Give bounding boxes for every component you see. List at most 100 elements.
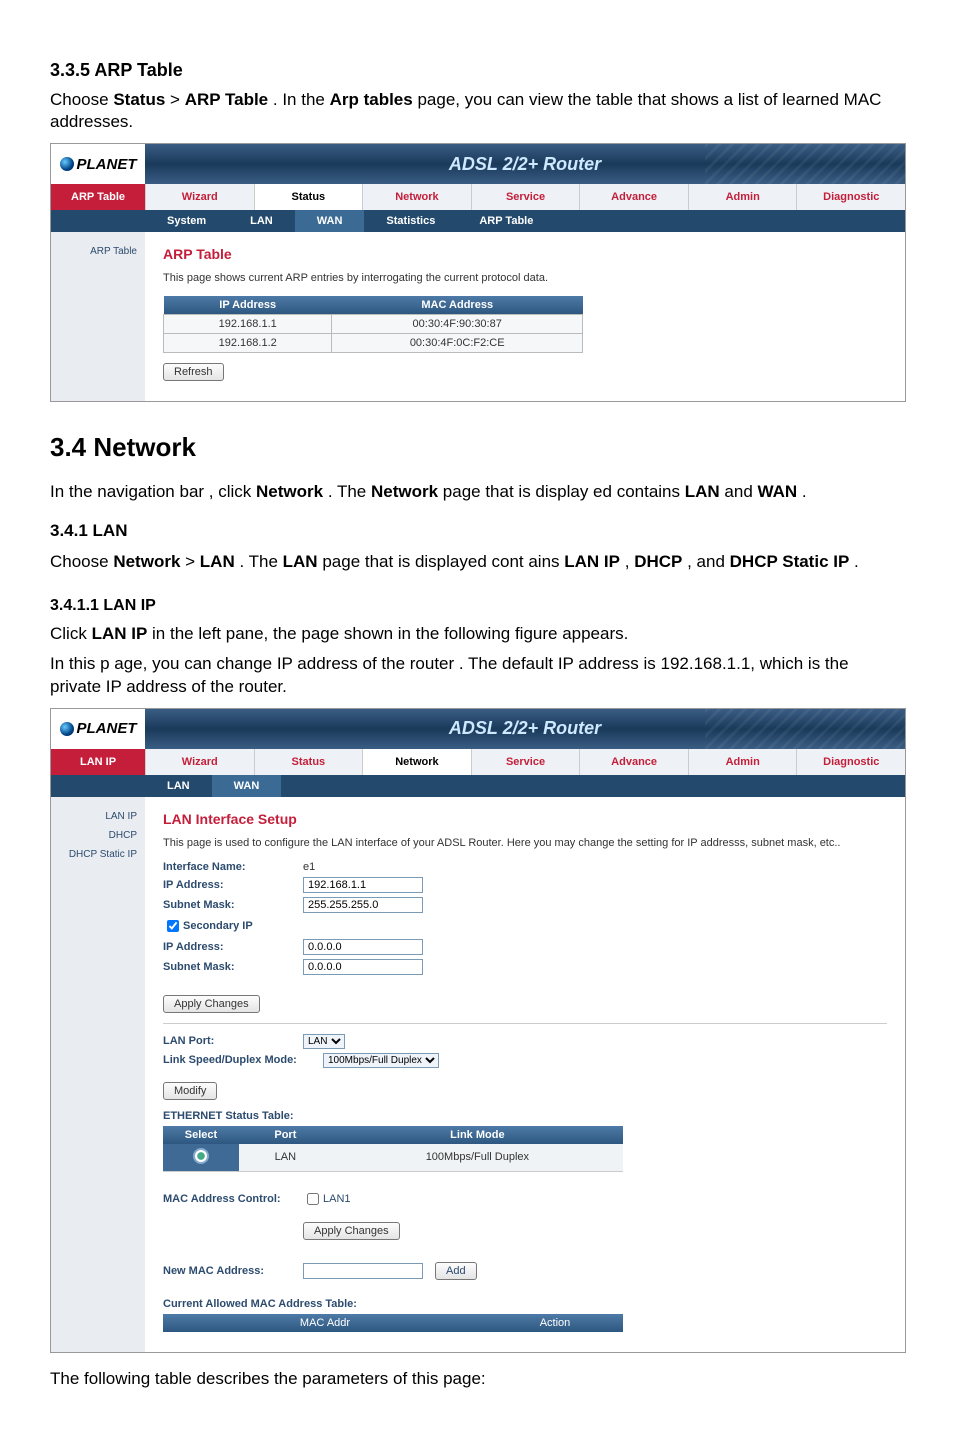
panel-desc: This page shows current ARP entries by i… bbox=[163, 272, 887, 284]
heading-lan: 3.4.1 LAN bbox=[50, 521, 904, 541]
col-ip: IP Address bbox=[164, 296, 332, 315]
subnet-mask-field[interactable] bbox=[303, 897, 423, 913]
add-button[interactable]: Add bbox=[435, 1262, 477, 1280]
subnav-arptable[interactable]: ARP Table bbox=[457, 210, 555, 232]
radio-icon bbox=[193, 1148, 209, 1164]
cell-select[interactable] bbox=[163, 1144, 239, 1172]
subnav-wan[interactable]: WAN bbox=[212, 775, 282, 797]
text-bold: LAN bbox=[283, 552, 318, 571]
text-bold: DHCP bbox=[634, 552, 682, 571]
tab-advance[interactable]: Advance bbox=[579, 749, 688, 775]
row-ip: IP Address: bbox=[163, 877, 887, 893]
left-item-arptable[interactable]: ARP Table bbox=[51, 242, 145, 261]
subnav-statistics[interactable]: Statistics bbox=[364, 210, 457, 232]
tab-wizard[interactable]: Wizard bbox=[145, 184, 254, 210]
tab-diagnostic[interactable]: Diagnostic bbox=[796, 749, 905, 775]
table-row: LAN 100Mbps/Full Duplex bbox=[163, 1144, 623, 1172]
tab-admin[interactable]: Admin bbox=[688, 184, 797, 210]
text-bold: Arp tables bbox=[330, 90, 413, 109]
cell-ip: 192.168.1.2 bbox=[164, 334, 332, 353]
value-ifname: e1 bbox=[303, 861, 315, 873]
left-nav: LAN IP DHCP DHCP Static IP bbox=[51, 797, 145, 1352]
tab-service[interactable]: Service bbox=[471, 184, 580, 210]
tab-diagnostic[interactable]: Diagnostic bbox=[796, 184, 905, 210]
col-action: Action bbox=[487, 1314, 623, 1332]
text: page that is displayed cont ains bbox=[322, 552, 564, 571]
product-title: ADSL 2/2+ Router bbox=[145, 144, 905, 184]
mac-table-header: MAC Addr Action bbox=[163, 1314, 623, 1332]
text-bold: Status bbox=[113, 90, 165, 109]
text: , bbox=[625, 552, 634, 571]
left-nav: ARP Table bbox=[51, 232, 145, 401]
content: ARP Table ARP Table This page shows curr… bbox=[51, 232, 905, 401]
logo: PLANET bbox=[51, 144, 145, 184]
row-mask: Subnet Mask: bbox=[163, 897, 887, 913]
product-title: ADSL 2/2+ Router bbox=[145, 709, 905, 749]
tab-status[interactable]: Status bbox=[254, 184, 363, 210]
cell-mac: 00:30:4F:90:30:87 bbox=[332, 315, 583, 334]
label-ip2: IP Address: bbox=[163, 941, 303, 953]
label-mask2: Subnet Mask: bbox=[163, 961, 303, 973]
sub-nav: LAN WAN bbox=[51, 775, 905, 797]
top-nav: ARP Table Wizard Status Network Service … bbox=[51, 184, 905, 210]
modify-button[interactable]: Modify bbox=[163, 1082, 217, 1100]
panel-title: LAN Interface Setup bbox=[163, 811, 887, 827]
router-header: PLANET ADSL 2/2+ Router bbox=[51, 144, 905, 184]
apply-changes-button-2[interactable]: Apply Changes bbox=[303, 1222, 400, 1240]
arp-router-screenshot: PLANET ADSL 2/2+ Router ARP Table Wizard… bbox=[50, 143, 906, 402]
tab-network[interactable]: Network bbox=[362, 184, 471, 210]
col-select: Select bbox=[163, 1126, 239, 1144]
paragraph-lanip-2: In this p age, you can change IP address… bbox=[50, 653, 904, 697]
row-mask2: Subnet Mask: bbox=[163, 959, 887, 975]
mac-lan1-checkbox[interactable] bbox=[307, 1193, 319, 1205]
table-row: 192.168.1.1 00:30:4F:90:30:87 bbox=[164, 315, 583, 334]
apply-changes-button[interactable]: Apply Changes bbox=[163, 995, 260, 1013]
text-bold: LAN IP bbox=[92, 624, 148, 643]
brand-text: PLANET bbox=[77, 156, 137, 173]
text: > bbox=[170, 90, 185, 109]
col-linkmode: Link Mode bbox=[332, 1126, 623, 1144]
subnav-wan[interactable]: WAN bbox=[295, 210, 365, 232]
tab-network[interactable]: Network bbox=[362, 749, 471, 775]
globe-icon bbox=[60, 157, 74, 171]
globe-icon bbox=[60, 722, 74, 736]
subnav-spacer bbox=[51, 775, 145, 797]
cell-ip: 192.168.1.1 bbox=[164, 315, 332, 334]
ip-address-field[interactable] bbox=[303, 877, 423, 893]
paragraph-table-intro: The following table describes the parame… bbox=[50, 1369, 904, 1389]
label-mask: Subnet Mask: bbox=[163, 899, 303, 911]
paragraph-network-intro: In the navigation bar , click Network . … bbox=[50, 481, 904, 503]
left-item-dhcp[interactable]: DHCP bbox=[51, 826, 145, 845]
left-item-dhcpstatic[interactable]: DHCP Static IP bbox=[51, 845, 145, 864]
cell-mac: 00:30:4F:0C:F2:CE bbox=[332, 334, 583, 353]
subnav-lan[interactable]: LAN bbox=[145, 775, 212, 797]
tab-status[interactable]: Status bbox=[254, 749, 363, 775]
tab-service[interactable]: Service bbox=[471, 749, 580, 775]
text: Choose bbox=[50, 90, 113, 109]
tab-advance[interactable]: Advance bbox=[579, 184, 688, 210]
secondary-ip-field[interactable] bbox=[303, 939, 423, 955]
secondary-ip-checkbox[interactable] bbox=[167, 920, 179, 932]
link-mode-select[interactable]: 100Mbps/Full Duplex bbox=[323, 1053, 439, 1068]
mac-lan1-label: LAN1 bbox=[323, 1193, 351, 1205]
tab-wizard[interactable]: Wizard bbox=[145, 749, 254, 775]
new-mac-field[interactable] bbox=[303, 1263, 423, 1279]
left-item-lanip[interactable]: LAN IP bbox=[51, 807, 145, 826]
text-bold: Network bbox=[256, 482, 323, 501]
router-header: PLANET ADSL 2/2+ Router bbox=[51, 709, 905, 749]
paragraph-lan-intro: Choose Network > LAN . The LAN page that… bbox=[50, 551, 904, 573]
row-interface-name: Interface Name: e1 bbox=[163, 861, 887, 873]
cell-port: LAN bbox=[239, 1144, 332, 1172]
secondary-mask-field[interactable] bbox=[303, 959, 423, 975]
lan-port-select[interactable]: LAN bbox=[303, 1034, 345, 1049]
refresh-button[interactable]: Refresh bbox=[163, 363, 224, 381]
nav-section-label: LAN IP bbox=[51, 749, 145, 775]
subnav-lan[interactable]: LAN bbox=[228, 210, 295, 232]
subnav-system[interactable]: System bbox=[145, 210, 228, 232]
row-newmac: New MAC Address: Add bbox=[163, 1262, 887, 1280]
label-linkmode: Link Speed/Duplex Mode: bbox=[163, 1054, 323, 1066]
ethernet-status-table: Select Port Link Mode LAN 100Mbps/Full D… bbox=[163, 1126, 623, 1172]
heading-network: 3.4 Network bbox=[50, 432, 904, 463]
label-lanport: LAN Port: bbox=[163, 1035, 303, 1047]
tab-admin[interactable]: Admin bbox=[688, 749, 797, 775]
